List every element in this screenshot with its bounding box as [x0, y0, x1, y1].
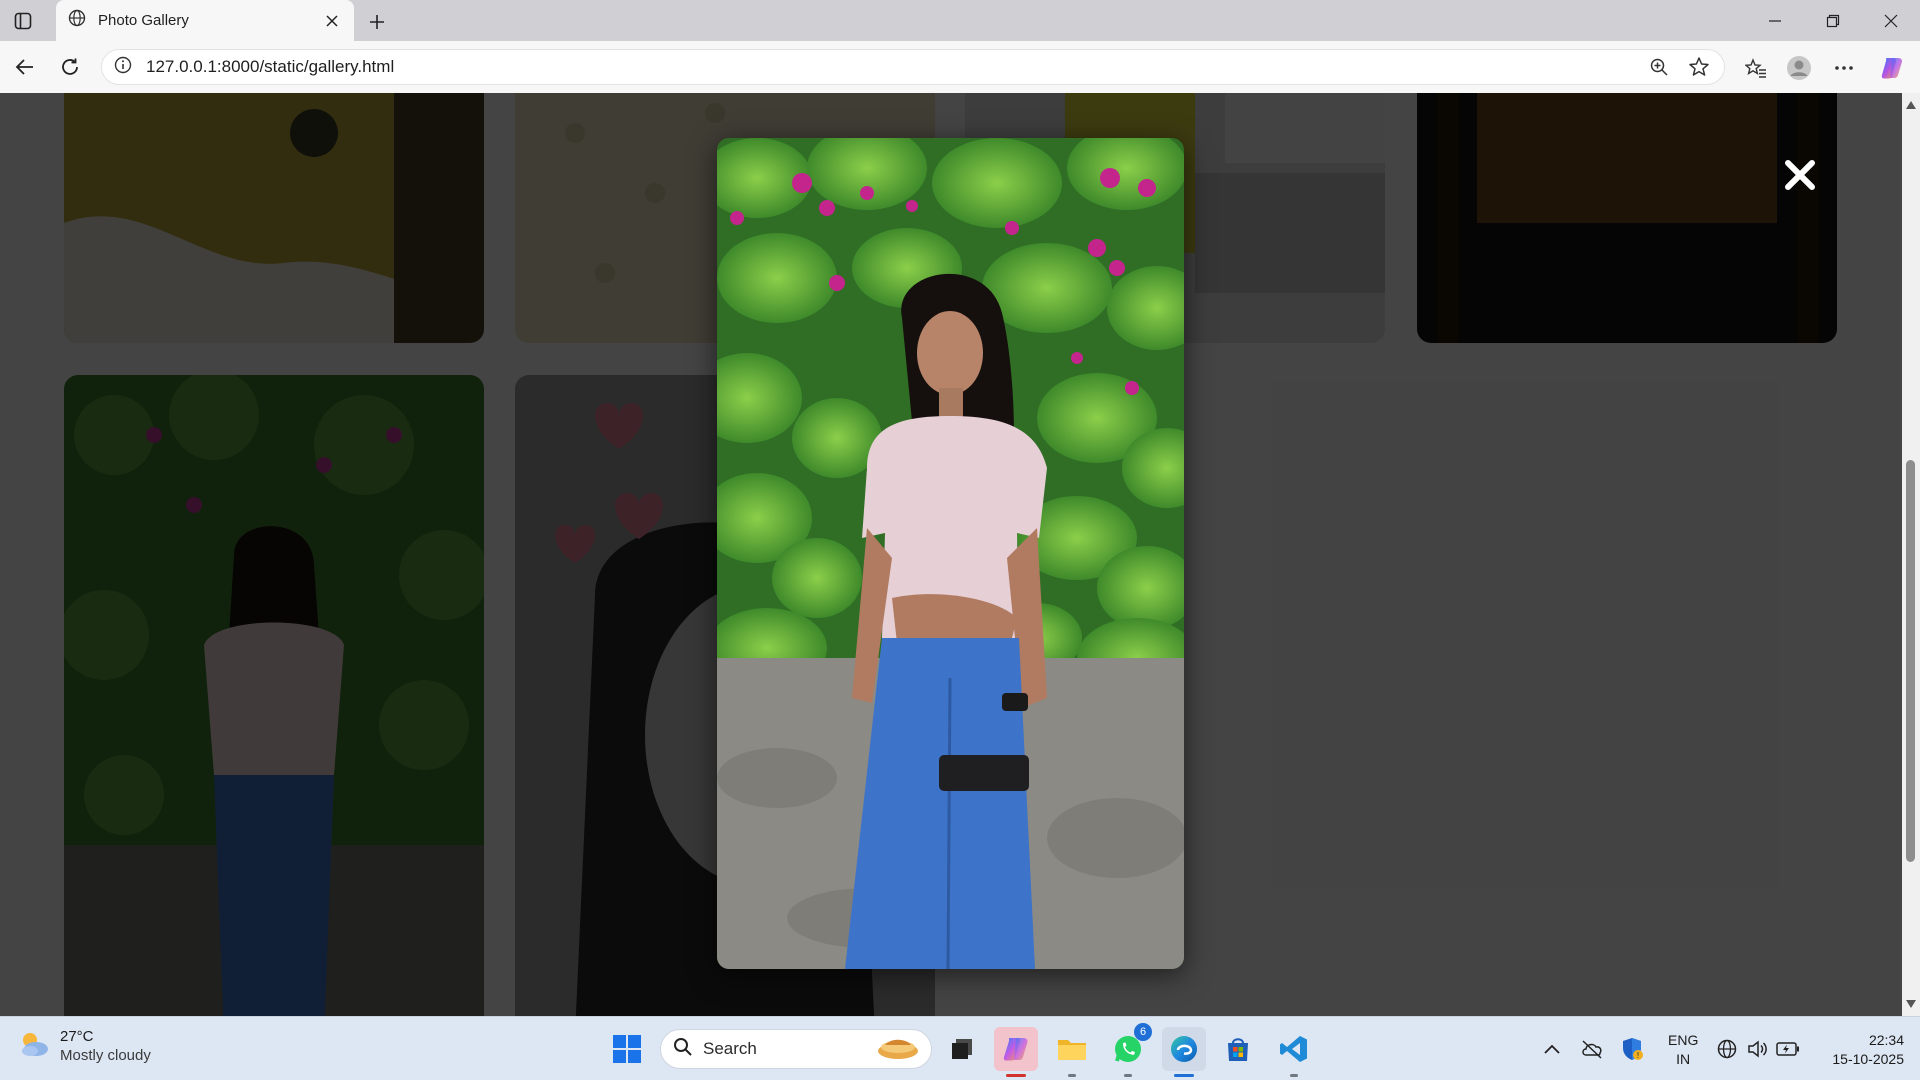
file-explorer-icon[interactable] — [1050, 1027, 1094, 1077]
weather-widget[interactable]: 27°C Mostly cloudy — [18, 1027, 151, 1065]
scroll-up-icon[interactable] — [1905, 99, 1917, 111]
favorites-icon[interactable] — [1742, 54, 1770, 82]
page-scrollbar[interactable] — [1902, 93, 1920, 1016]
profile-avatar-icon[interactable] — [1785, 54, 1813, 82]
browser-titlebar: Photo Gallery — [0, 0, 1920, 41]
reload-icon[interactable] — [57, 54, 83, 80]
cloud-offline-icon[interactable] — [1580, 1037, 1604, 1061]
weather-condition: Mostly cloudy — [60, 1047, 151, 1064]
close-x-icon[interactable] — [1780, 155, 1820, 195]
clock-date: 15-10-2025 — [1832, 1051, 1904, 1067]
active-indicator — [1174, 1074, 1194, 1077]
address-bar[interactable]: 127.0.0.1:8000/static/gallery.html — [101, 49, 1725, 85]
minimize-icon[interactable] — [1762, 8, 1788, 34]
scroll-down-icon[interactable] — [1905, 998, 1917, 1010]
running-indicator — [1124, 1074, 1132, 1077]
restore-icon[interactable] — [1820, 8, 1846, 34]
clock-time: 22:34 — [1868, 1032, 1904, 1048]
browser-toolbar: 127.0.0.1:8000/static/gallery.html — [0, 41, 1920, 93]
system-clock[interactable]: 22:34 15-10-2025 — [1812, 1031, 1904, 1069]
notification-badge: 6 — [1134, 1023, 1152, 1041]
sidebar-toggle-icon[interactable] — [12, 10, 34, 32]
volume-icon[interactable] — [1746, 1037, 1770, 1061]
close-tab-icon[interactable] — [322, 11, 342, 31]
info-icon[interactable] — [114, 56, 132, 79]
search-placeholder: Search — [703, 1039, 757, 1058]
battery-charging-icon[interactable] — [1776, 1037, 1800, 1061]
language-indicator[interactable]: ENG IN — [1668, 1031, 1698, 1069]
running-indicator — [1068, 1074, 1076, 1077]
taskbar-search-box[interactable]: Search — [660, 1029, 932, 1069]
scrollbar-thumb[interactable] — [1906, 460, 1915, 862]
edge-browser-icon[interactable] — [1162, 1027, 1206, 1077]
search-highlight-icon — [875, 1033, 921, 1066]
url-text[interactable]: 127.0.0.1:8000/static/gallery.html — [146, 57, 1632, 77]
chevron-up-icon[interactable] — [1540, 1037, 1564, 1061]
language-region: IN — [1676, 1051, 1691, 1067]
active-indicator — [1006, 1074, 1026, 1077]
whatsapp-icon[interactable]: 6 — [1106, 1023, 1152, 1077]
enlarged-photo — [717, 138, 1184, 969]
close-window-icon[interactable] — [1878, 8, 1904, 34]
more-dots-icon[interactable] — [1830, 54, 1858, 82]
copilot-app-icon[interactable] — [994, 1027, 1038, 1077]
microsoft-store-icon[interactable] — [1216, 1027, 1260, 1071]
page-viewport — [0, 93, 1902, 1016]
lightbox-photo — [717, 138, 1184, 969]
copilot-icon[interactable] — [1878, 54, 1906, 82]
back-arrow-icon[interactable] — [12, 54, 38, 80]
security-shield-icon[interactable]: ! — [1620, 1037, 1644, 1061]
vscode-icon[interactable] — [1272, 1027, 1316, 1077]
globe-icon — [68, 9, 86, 32]
network-globe-icon[interactable] — [1715, 1037, 1739, 1061]
star-icon[interactable] — [1686, 54, 1712, 80]
svg-text:!: ! — [1637, 1051, 1639, 1060]
task-view-icon[interactable] — [940, 1027, 984, 1071]
cloud-sun-icon — [18, 1028, 50, 1065]
windows-taskbar: 27°C Mostly cloudy Search 6 ! ENG IN 22:… — [0, 1016, 1920, 1080]
language-code: ENG — [1668, 1032, 1699, 1048]
windows-start-icon[interactable] — [605, 1027, 649, 1071]
running-indicator — [1290, 1074, 1298, 1077]
tab-title: Photo Gallery — [98, 12, 189, 29]
zoom-icon[interactable] — [1646, 54, 1672, 80]
plus-icon[interactable] — [364, 9, 390, 35]
tab-photo-gallery[interactable]: Photo Gallery — [56, 0, 354, 41]
search-icon — [673, 1037, 693, 1062]
weather-temperature: 27°C — [60, 1028, 94, 1045]
